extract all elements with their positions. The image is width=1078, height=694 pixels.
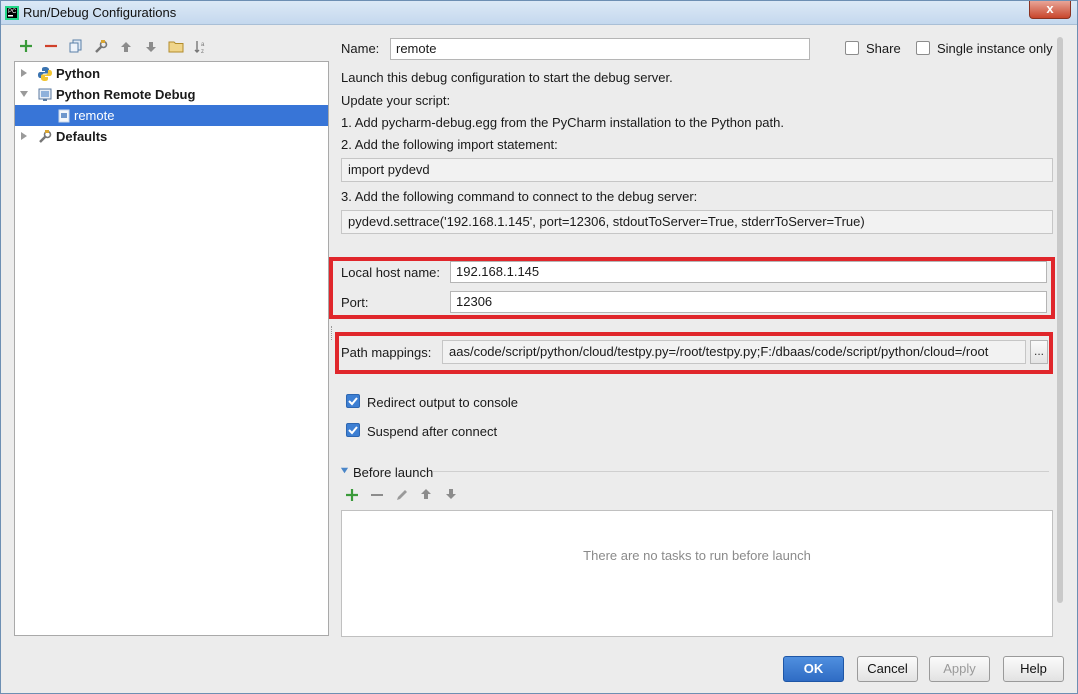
title-bar: PC Run/Debug Configurations x: [1, 1, 1077, 25]
name-label: Name:: [341, 41, 380, 56]
collapse-arrow-icon[interactable]: [19, 89, 29, 99]
tree-item-label: Python: [56, 66, 101, 81]
single-instance-checkbox[interactable]: [916, 41, 930, 55]
tree-item-defaults[interactable]: Defaults: [15, 126, 328, 147]
svg-text:PC: PC: [8, 9, 17, 15]
tree-item-label: remote: [74, 108, 115, 123]
before-launch-title[interactable]: Before launch: [353, 465, 433, 480]
folder-icon[interactable]: [167, 39, 185, 57]
remove-task-icon[interactable]: [370, 488, 386, 504]
edit-task-icon[interactable]: [395, 488, 411, 504]
sort-icon[interactable]: az: [192, 39, 210, 57]
svg-text:z: z: [201, 49, 204, 55]
vertical-scrollbar[interactable]: [1055, 37, 1065, 637]
info-text-launch: Launch this debug configuration to start…: [341, 70, 673, 85]
expand-arrow-icon[interactable]: [19, 131, 29, 141]
remote-debug-icon: [38, 88, 52, 101]
single-instance-label[interactable]: Single instance only: [937, 41, 1053, 56]
tree-item-label: Python Remote Debug: [56, 87, 196, 102]
path-mappings-field[interactable]: aas/code/script/python/cloud/testpy.py=/…: [442, 340, 1026, 364]
pycharm-app-icon: PC: [5, 6, 19, 20]
ellipsis-icon: ...: [1033, 344, 1044, 358]
info-text-update: Update your script:: [341, 93, 451, 108]
port-input[interactable]: 12306: [450, 291, 1047, 313]
defaults-icon: [39, 130, 52, 143]
close-icon: x: [1046, 1, 1054, 16]
tree-item-python-remote-debug[interactable]: Python Remote Debug: [15, 84, 328, 105]
redirect-output-label[interactable]: Redirect output to console: [367, 395, 518, 410]
name-input[interactable]: remote: [390, 38, 810, 60]
checkmark-icon: [348, 426, 358, 435]
close-window-button[interactable]: x: [1029, 1, 1071, 19]
suspend-after-connect-checkbox[interactable]: [346, 423, 360, 437]
edit-defaults-icon[interactable]: [92, 39, 110, 57]
task-down-icon[interactable]: [445, 488, 461, 504]
window-title: Run/Debug Configurations: [23, 5, 177, 20]
path-mappings-label: Path mappings:: [341, 345, 432, 360]
add-task-icon[interactable]: [345, 488, 361, 504]
apply-button[interactable]: Apply: [929, 656, 990, 682]
copy-icon[interactable]: [67, 39, 85, 57]
help-button[interactable]: Help: [1003, 656, 1064, 682]
remove-icon[interactable]: [42, 39, 60, 57]
section-divider: [433, 471, 1049, 472]
scrollbar-thumb[interactable]: [1057, 37, 1063, 603]
port-label: Port:: [341, 295, 369, 310]
step-1-text: 1. Add pycharm-debug.egg from the PyChar…: [341, 115, 784, 130]
config-icon: [58, 109, 70, 123]
tree-item-remote[interactable]: remote: [15, 105, 328, 126]
tree-item-label: Defaults: [56, 129, 108, 144]
add-icon[interactable]: [17, 39, 35, 57]
splitter-handle[interactable]: [331, 326, 334, 340]
local-host-input[interactable]: 192.168.1.145: [450, 261, 1047, 283]
import-statement-field[interactable]: import pydevd: [341, 158, 1053, 182]
settrace-command-field[interactable]: pydevd.settrace('192.168.1.145', port=12…: [341, 210, 1053, 234]
task-up-icon[interactable]: [420, 488, 436, 504]
move-up-icon[interactable]: [117, 39, 135, 57]
svg-text:a: a: [201, 42, 205, 48]
step-2-text: 2. Add the following import statement:: [341, 137, 558, 152]
ok-button[interactable]: OK: [783, 656, 844, 682]
share-checkbox[interactable]: [845, 41, 859, 55]
cancel-button[interactable]: Cancel: [857, 656, 918, 682]
python-icon: [38, 67, 52, 81]
before-launch-task-list[interactable]: There are no tasks to run before launch: [341, 510, 1053, 637]
tree-item-python[interactable]: Python: [15, 63, 328, 84]
redirect-output-checkbox[interactable]: [346, 394, 360, 408]
checkmark-icon: [348, 397, 358, 406]
expand-arrow-icon[interactable]: [19, 68, 29, 78]
share-label[interactable]: Share: [866, 41, 901, 56]
move-down-icon[interactable]: [142, 39, 160, 57]
empty-tasks-text: There are no tasks to run before launch: [583, 548, 811, 563]
configuration-tree[interactable]: Python Python Remote Debug remote Defaul…: [14, 61, 329, 636]
suspend-after-connect-label[interactable]: Suspend after connect: [367, 424, 497, 439]
run-debug-dialog: PC Run/Debug Configurations x az Python: [0, 0, 1078, 694]
local-host-label: Local host name:: [341, 265, 441, 280]
section-collapse-icon[interactable]: [340, 466, 349, 475]
path-mappings-browse-button[interactable]: ...: [1030, 340, 1048, 364]
step-3-text: 3. Add the following command to connect …: [341, 189, 698, 204]
